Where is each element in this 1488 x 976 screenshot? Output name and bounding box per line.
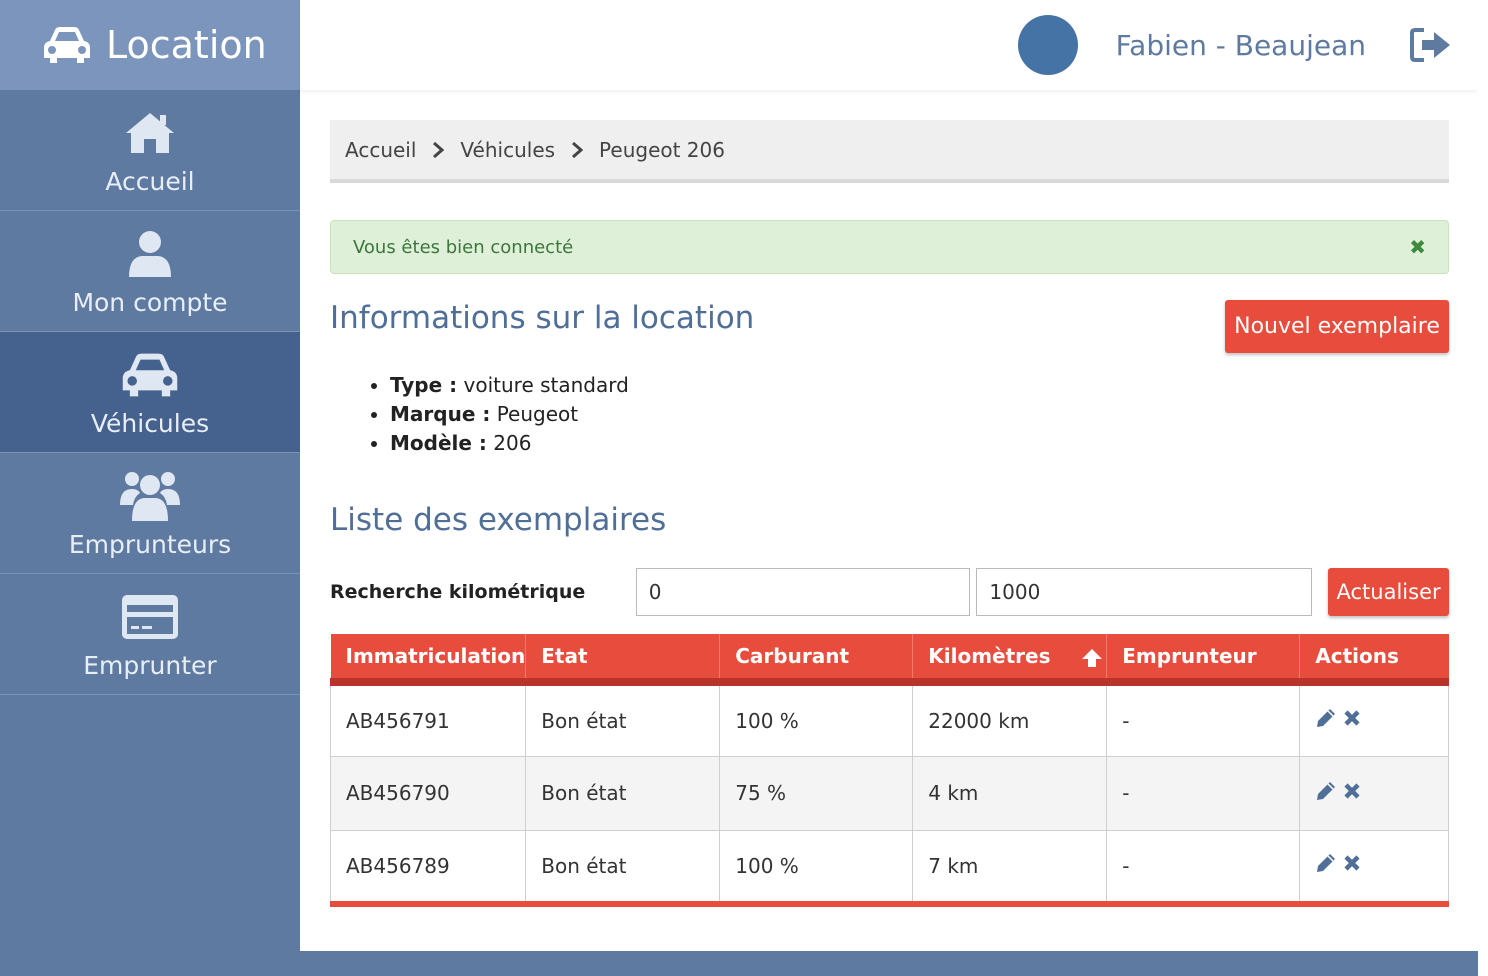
alert-message: Vous êtes bien connecté — [353, 236, 574, 258]
car-icon — [118, 347, 182, 403]
brand-title: Location — [106, 23, 267, 67]
col-kilometres[interactable]: Kilomètres — [912, 634, 1108, 682]
km-min-input[interactable] — [635, 568, 971, 616]
breadcrumb-accueil[interactable]: Accueil — [345, 138, 416, 162]
cell-carburant: 100 % — [719, 829, 914, 907]
username[interactable]: Fabien - Beaujean — [1116, 29, 1366, 62]
info-item-type: Type : voiture standard — [390, 371, 1449, 400]
cell-actions — [1299, 829, 1449, 907]
sidebar-item-label: Mon compte — [72, 287, 228, 317]
sidebar-item-vehicules[interactable]: Véhicules — [0, 332, 300, 453]
pencil-icon[interactable] — [1315, 852, 1337, 874]
cell-kilometres: 4 km — [912, 755, 1108, 831]
list-title: Liste des exemplaires — [330, 502, 667, 538]
scrollbar[interactable] — [1478, 0, 1488, 976]
copies-table: Immatriculation Etat Carburant Kilomètre… — [329, 634, 1449, 907]
cell-emprunteur: - — [1106, 681, 1301, 757]
main-panel: Fabien - Beaujean Accueil Véhicules Peug… — [300, 0, 1478, 951]
cell-emprunteur: - — [1106, 829, 1301, 907]
credit-card-icon — [120, 589, 180, 645]
col-carburant[interactable]: Carburant — [719, 634, 914, 682]
cell-carburant: 100 % — [719, 681, 914, 757]
col-immatriculation[interactable]: Immatriculation — [330, 634, 527, 682]
new-copy-button[interactable]: Nouvel exemplaire — [1225, 300, 1449, 353]
breadcrumb-vehicules[interactable]: Véhicules — [460, 138, 555, 162]
success-alert: Vous êtes bien connecté ✖ — [330, 220, 1449, 274]
pencil-icon[interactable] — [1315, 707, 1337, 729]
cell-etat: Bon état — [525, 755, 721, 831]
sign-out-icon[interactable] — [1410, 28, 1452, 62]
cell-immatriculation: AB456789 — [329, 829, 527, 907]
col-actions: Actions — [1315, 644, 1399, 668]
chevron-right-icon — [432, 141, 445, 159]
info-item-model: Modèle : 206 — [390, 429, 1449, 458]
info-header: Informations sur la location Nouvel exem… — [330, 300, 1449, 353]
sidebar-item-label: Accueil — [105, 166, 195, 196]
sidebar-item-label: Emprunteurs — [68, 529, 232, 559]
cell-immatriculation: AB456790 — [329, 755, 527, 831]
breadcrumb-current: Peugeot 206 — [599, 137, 725, 162]
chevron-right-icon — [571, 141, 584, 159]
cell-etat: Bon état — [525, 681, 721, 757]
table-row: AB456789 Bon état 100 % 7 km - — [329, 829, 1449, 907]
col-etat[interactable]: Etat — [525, 634, 721, 682]
km-search: Recherche kilométrique Actualiser — [330, 568, 1450, 616]
cell-etat: Bon état — [525, 829, 721, 907]
cell-carburant: 75 % — [719, 755, 914, 831]
table-header-row: Immatriculation Etat Carburant Kilomètre… — [330, 634, 1449, 682]
refresh-button[interactable]: Actualiser — [1328, 568, 1450, 616]
sidebar-item-emprunter[interactable]: Emprunter — [0, 574, 300, 695]
sidebar-item-mon-compte[interactable]: Mon compte — [0, 211, 300, 332]
breadcrumb: Accueil Véhicules Peugeot 206 — [330, 120, 1449, 183]
cell-emprunteur: - — [1106, 755, 1301, 831]
home-icon — [124, 105, 176, 161]
brand[interactable]: Location — [0, 0, 300, 90]
user-icon — [127, 226, 173, 282]
search-label: Recherche kilométrique — [330, 581, 586, 603]
sidebar: Location Accueil Mon compte Véhicules Em… — [0, 0, 300, 976]
delete-icon[interactable] — [1343, 782, 1361, 800]
delete-icon[interactable] — [1343, 854, 1361, 872]
pencil-icon[interactable] — [1315, 780, 1337, 802]
sidebar-item-accueil[interactable]: Accueil — [0, 90, 300, 211]
arrow-up-icon[interactable] — [1081, 648, 1103, 668]
cell-actions — [1299, 681, 1449, 757]
avatar[interactable] — [1017, 15, 1078, 75]
cell-kilometres: 22000 km — [912, 681, 1108, 757]
info-title: Informations sur la location — [330, 300, 755, 336]
sidebar-item-emprunteurs[interactable]: Emprunteurs — [0, 453, 300, 574]
cell-immatriculation: AB456791 — [329, 681, 527, 757]
sidebar-item-label: Emprunter — [83, 650, 217, 680]
info-item-brand: Marque : Peugeot — [390, 400, 1449, 429]
sidebar-item-label: Véhicules — [90, 408, 210, 438]
cell-kilometres: 7 km — [912, 829, 1108, 907]
content: Accueil Véhicules Peugeot 206 Vous êtes … — [329, 120, 1450, 907]
close-icon[interactable]: ✖ — [1409, 235, 1426, 259]
km-max-input[interactable] — [976, 568, 1313, 616]
info-list: Type : voiture standard Marque : Peugeot… — [390, 371, 1449, 458]
table-row: AB456790 Bon état 75 % 4 km - — [329, 755, 1449, 831]
cell-actions — [1299, 755, 1449, 831]
users-icon — [120, 468, 180, 524]
table-row: AB456791 Bon état 100 % 22000 km - — [329, 681, 1449, 757]
car-icon — [40, 25, 94, 65]
delete-icon[interactable] — [1343, 709, 1361, 727]
top-bar: Fabien - Beaujean — [300, 0, 1478, 90]
col-emprunteur[interactable]: Emprunteur — [1106, 634, 1301, 682]
